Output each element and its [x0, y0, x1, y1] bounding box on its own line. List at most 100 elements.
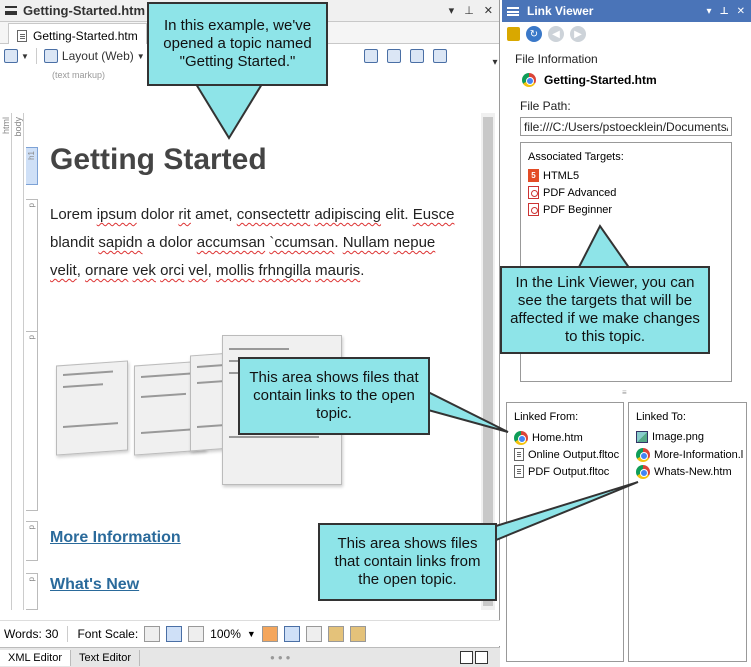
span-bar-button[interactable] [305, 625, 322, 642]
linked-to-item[interactable]: Whats-New.htm [636, 465, 732, 479]
structure-p[interactable]: p [26, 573, 38, 610]
linked-from-item[interactable]: Online Output.fltoc [514, 448, 619, 461]
target-item[interactable]: PDF Beginner [528, 203, 612, 216]
misspelled-word: Nullam [342, 234, 390, 251]
close-icon[interactable]: ✕ [737, 6, 745, 17]
structure-body[interactable]: body [12, 113, 24, 610]
chevron-down-icon[interactable]: ▼ [247, 629, 256, 639]
structure-p[interactable]: p [26, 199, 38, 339]
split-view-button[interactable] [460, 651, 473, 664]
image-button[interactable] [408, 47, 426, 65]
structure-p-label: p [27, 203, 36, 208]
dropdown-icon[interactable]: ▾ [449, 4, 455, 17]
misspelled-word: consectettr [236, 206, 311, 223]
word-count: Words: 30 [4, 626, 59, 641]
topic-heading[interactable]: Getting Started [50, 143, 267, 177]
misspelled-word: orci [160, 262, 185, 279]
linked-from-item[interactable]: PDF Output.fltoc [514, 465, 609, 478]
table-icon [387, 49, 401, 63]
close-icon[interactable]: ✕ [484, 4, 493, 17]
paragraph-text: . [360, 262, 365, 279]
misspelled-word: Eusce [412, 206, 455, 223]
zoom-reset-button[interactable] [166, 625, 183, 642]
tools-button[interactable] [431, 47, 449, 65]
misspelled-word: frhngilla [258, 262, 311, 279]
chrome-icon [636, 465, 650, 479]
misspelled-word: nepue [393, 234, 436, 251]
insert-button[interactable] [362, 47, 380, 65]
callout-links-to: This area shows files that contain links… [238, 357, 430, 435]
whats-new-link[interactable]: What's New [50, 576, 139, 594]
paragraph-text: blandit [50, 234, 99, 251]
splitter-handle[interactable]: ≡ [622, 388, 627, 397]
zoom-out-button[interactable] [144, 625, 161, 642]
link-viewer-toolbar: ↻ ◀ ▶ [502, 22, 751, 46]
structure-bar-button[interactable] [283, 625, 300, 642]
more-information-link[interactable]: More Information [50, 529, 181, 547]
current-file-name: Getting-Started.htm [544, 73, 657, 87]
status-separator [67, 625, 69, 642]
tab-xml-editor[interactable]: XML Editor [0, 649, 72, 666]
ruler-vertical-icon[interactable] [349, 625, 366, 642]
forward-icon[interactable]: ▶ [570, 26, 586, 42]
tab-text-editor[interactable]: Text Editor [71, 649, 140, 666]
editor-title: Getting-Started.htm [23, 3, 146, 18]
target-name: PDF Beginner [543, 203, 613, 216]
document-icon [514, 465, 524, 478]
chevron-down-icon: ▼ [136, 51, 145, 61]
zoom-in-button[interactable] [188, 625, 205, 642]
back-icon[interactable]: ◀ [548, 26, 564, 42]
file-path-label: File Path: [520, 99, 571, 113]
dropdown-icon[interactable]: ▾ [706, 6, 711, 17]
refresh-icon[interactable]: ↻ [526, 26, 542, 42]
file-path-field[interactable] [520, 117, 732, 136]
maximize-button[interactable] [475, 651, 488, 664]
layout-icon [43, 49, 58, 63]
linked-from-item[interactable]: Home.htm [514, 431, 583, 445]
pdf-icon [528, 186, 539, 199]
paragraph-text: , [207, 262, 216, 279]
linked-from-name: Online Output.fltoc [528, 448, 620, 461]
pin-icon[interactable]: ⊥ [464, 4, 474, 17]
structure-p[interactable]: p [26, 521, 38, 561]
linked-to-label: Linked To: [636, 411, 686, 423]
insert-icon [364, 49, 378, 63]
table-button[interactable] [385, 47, 403, 65]
linked-to-item[interactable]: More-Information.l [636, 448, 743, 462]
target-item[interactable]: PDF Advanced [528, 186, 616, 199]
grid-view-button[interactable] [261, 625, 278, 642]
paragraph-text: elit. [381, 206, 413, 223]
layout-dropdown[interactable]: Layout (Web) ▼ [43, 47, 145, 65]
chrome-icon [514, 431, 528, 445]
preview-button[interactable]: ▼ [4, 47, 29, 65]
lock-icon[interactable] [507, 27, 520, 41]
drag-handle[interactable]: ●●● [270, 653, 294, 662]
structure-p[interactable]: p [26, 331, 38, 511]
file-information-label: File Information [515, 52, 598, 66]
body-paragraph[interactable]: Lorem ipsum dolor rit amet, consectettr … [50, 201, 460, 285]
tools-icon [433, 49, 447, 63]
structure-html[interactable]: html [0, 113, 12, 610]
font-scale-label: Font Scale: [77, 626, 139, 641]
chrome-icon [522, 73, 536, 87]
pin-icon[interactable]: ⊥ [719, 6, 728, 17]
ruler-icon[interactable] [327, 625, 344, 642]
structure-h1[interactable]: h1 [26, 147, 38, 185]
linked-to-name: Image.png [652, 431, 704, 443]
pdf-icon [528, 203, 539, 216]
target-name: HTML5 [543, 169, 580, 182]
structure-body-label: body [13, 117, 23, 137]
battery-image-1[interactable] [56, 360, 128, 456]
target-item[interactable]: 5 HTML5 [528, 169, 579, 182]
menu-icon[interactable] [5, 6, 17, 15]
editor-mode-tabs: XML Editor Text Editor ●●● [0, 647, 500, 667]
zoom-level[interactable]: 100% [210, 627, 241, 641]
linked-to-item[interactable]: Image.png [636, 431, 704, 443]
misspelled-word: `ccumsan [269, 234, 335, 251]
image-icon [410, 49, 424, 63]
menu-icon[interactable] [507, 6, 519, 16]
html5-icon: 5 [528, 169, 539, 182]
document-icon [514, 448, 524, 461]
structure-h1-label: h1 [27, 151, 36, 160]
tab-getting-started[interactable]: Getting-Started.htm [8, 23, 147, 44]
